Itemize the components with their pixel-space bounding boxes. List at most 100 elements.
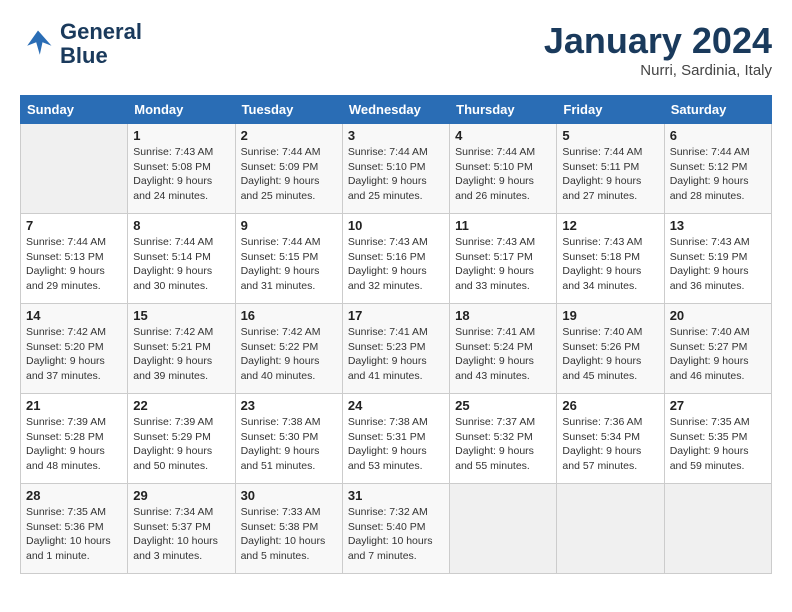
calendar-week-row: 28 Sunrise: 7:35 AMSunset: 5:36 PMDayligh… <box>21 484 772 574</box>
weekday-header-thursday: Thursday <box>450 96 557 124</box>
day-number: 19 <box>562 308 658 323</box>
day-number: 13 <box>670 218 766 233</box>
day-info: Sunrise: 7:37 AMSunset: 5:32 PMDaylight:… <box>455 415 551 474</box>
calendar-cell: 2Sunrise: 7:44 AMSunset: 5:09 PMDaylight… <box>235 124 342 214</box>
day-info: Sunrise: 7:44 AMSunset: 5:11 PMDaylight:… <box>562 145 658 204</box>
weekday-header-tuesday: Tuesday <box>235 96 342 124</box>
day-number: 28 <box>26 488 122 503</box>
weekday-header-sunday: Sunday <box>21 96 128 124</box>
day-info: Sunrise: 7:40 AMSunset: 5:26 PMDaylight:… <box>562 325 658 384</box>
logo-icon <box>20 26 56 62</box>
day-info: Sunrise: 7:43 AMSunset: 5:16 PMDaylight:… <box>348 235 444 294</box>
calendar-cell: 24Sunrise: 7:38 AMSunset: 5:31 PMDayligh… <box>342 394 449 484</box>
calendar-body: 1Sunrise: 7:43 AMSunset: 5:08 PMDaylight… <box>21 124 772 574</box>
calendar-cell: 23Sunrise: 7:38 AMSunset: 5:30 PMDayligh… <box>235 394 342 484</box>
day-number: 18 <box>455 308 551 323</box>
day-number: 5 <box>562 128 658 143</box>
day-number: 25 <box>455 398 551 413</box>
logo: General Blue <box>20 20 142 68</box>
weekday-header-row: SundayMondayTuesdayWednesdayThursdayFrid… <box>21 96 772 124</box>
weekday-header-wednesday: Wednesday <box>342 96 449 124</box>
day-info: Sunrise: 7:44 AMSunset: 5:12 PMDaylight:… <box>670 145 766 204</box>
day-number: 11 <box>455 218 551 233</box>
day-number: 31 <box>348 488 444 503</box>
day-info: Sunrise: 7:39 AMSunset: 5:29 PMDaylight:… <box>133 415 229 474</box>
day-info: Sunrise: 7:44 AMSunset: 5:13 PMDaylight:… <box>26 235 122 294</box>
day-number: 26 <box>562 398 658 413</box>
calendar-cell: 28 Sunrise: 7:35 AMSunset: 5:36 PMDayligh… <box>21 484 128 574</box>
calendar-week-row: 1Sunrise: 7:43 AMSunset: 5:08 PMDaylight… <box>21 124 772 214</box>
calendar-cell <box>450 484 557 574</box>
calendar-cell: 17 Sunrise: 7:41 AMSunset: 5:23 PMDayligh… <box>342 304 449 394</box>
weekday-header-saturday: Saturday <box>664 96 771 124</box>
calendar-week-row: 7 Sunrise: 7:44 AMSunset: 5:13 PMDaylight… <box>21 214 772 304</box>
calendar-cell: 22 Sunrise: 7:39 AMSunset: 5:29 PMDayligh… <box>128 394 235 484</box>
calendar-cell: 26 Sunrise: 7:36 AMSunset: 5:34 PMDayligh… <box>557 394 664 484</box>
logo-text: General Blue <box>60 20 142 68</box>
day-number: 20 <box>670 308 766 323</box>
calendar-cell: 11 Sunrise: 7:43 AMSunset: 5:17 PMDayligh… <box>450 214 557 304</box>
day-number: 17 <box>348 308 444 323</box>
day-number: 7 <box>26 218 122 233</box>
calendar-cell: 4 Sunrise: 7:44 AMSunset: 5:10 PMDaylight… <box>450 124 557 214</box>
day-number: 10 <box>348 218 444 233</box>
calendar-cell <box>664 484 771 574</box>
calendar-cell: 15 Sunrise: 7:42 AMSunset: 5:21 PMDayligh… <box>128 304 235 394</box>
calendar-header: SundayMondayTuesdayWednesdayThursdayFrid… <box>21 96 772 124</box>
day-info: Sunrise: 7:41 AMSunset: 5:23 PMDaylight:… <box>348 325 444 384</box>
day-info: Sunrise: 7:38 AMSunset: 5:31 PMDaylight:… <box>348 415 444 474</box>
day-number: 15 <box>133 308 229 323</box>
title-block: January 2024 Nurri, Sardinia, Italy <box>544 20 772 79</box>
day-info: Sunrise: 7:35 AMSunset: 5:35 PMDaylight:… <box>670 415 766 474</box>
calendar-table: SundayMondayTuesdayWednesdayThursdayFrid… <box>20 95 772 574</box>
day-info: Sunrise: 7:44 AMSunset: 5:15 PMDaylight:… <box>241 235 337 294</box>
day-info: Sunrise: 7:44 AMSunset: 5:14 PMDaylight:… <box>133 235 229 294</box>
day-info: Sunrise: 7:42 AMSunset: 5:21 PMDaylight:… <box>133 325 229 384</box>
day-info: Sunrise: 7:42 AMSunset: 5:20 PMDaylight:… <box>26 325 122 384</box>
calendar-cell: 21Sunrise: 7:39 AMSunset: 5:28 PMDayligh… <box>21 394 128 484</box>
day-number: 22 <box>133 398 229 413</box>
calendar-cell: 13 Sunrise: 7:43 AMSunset: 5:19 PMDayligh… <box>664 214 771 304</box>
calendar-cell: 19 Sunrise: 7:40 AMSunset: 5:26 PMDayligh… <box>557 304 664 394</box>
day-number: 4 <box>455 128 551 143</box>
day-number: 3 <box>348 128 444 143</box>
calendar-cell: 18 Sunrise: 7:41 AMSunset: 5:24 PMDayligh… <box>450 304 557 394</box>
day-number: 16 <box>241 308 337 323</box>
day-info: Sunrise: 7:44 AMSunset: 5:10 PMDaylight:… <box>455 145 551 204</box>
location: Nurri, Sardinia, Italy <box>544 62 772 79</box>
day-info: Sunrise: 7:34 AMSunset: 5:37 PMDaylight:… <box>133 505 229 564</box>
calendar-cell: 1Sunrise: 7:43 AMSunset: 5:08 PMDaylight… <box>128 124 235 214</box>
calendar-cell: 29 Sunrise: 7:34 AMSunset: 5:37 PMDayligh… <box>128 484 235 574</box>
day-info: Sunrise: 7:44 AMSunset: 5:09 PMDaylight:… <box>241 145 337 204</box>
calendar-week-row: 14 Sunrise: 7:42 AMSunset: 5:20 PMDayligh… <box>21 304 772 394</box>
calendar-cell: 31 Sunrise: 7:32 AMSunset: 5:40 PMDayligh… <box>342 484 449 574</box>
calendar-week-row: 21Sunrise: 7:39 AMSunset: 5:28 PMDayligh… <box>21 394 772 484</box>
day-number: 27 <box>670 398 766 413</box>
day-number: 12 <box>562 218 658 233</box>
day-info: Sunrise: 7:40 AMSunset: 5:27 PMDaylight:… <box>670 325 766 384</box>
day-info: Sunrise: 7:33 AMSunset: 5:38 PMDaylight:… <box>241 505 337 564</box>
day-info: Sunrise: 7:43 AMSunset: 5:19 PMDaylight:… <box>670 235 766 294</box>
day-number: 29 <box>133 488 229 503</box>
day-number: 6 <box>670 128 766 143</box>
day-info: Sunrise: 7:41 AMSunset: 5:24 PMDaylight:… <box>455 325 551 384</box>
day-number: 1 <box>133 128 229 143</box>
day-number: 21 <box>26 398 122 413</box>
calendar-cell: 3Sunrise: 7:44 AMSunset: 5:10 PMDaylight… <box>342 124 449 214</box>
day-number: 14 <box>26 308 122 323</box>
day-info: Sunrise: 7:36 AMSunset: 5:34 PMDaylight:… <box>562 415 658 474</box>
calendar-cell <box>21 124 128 214</box>
day-info: Sunrise: 7:32 AMSunset: 5:40 PMDaylight:… <box>348 505 444 564</box>
weekday-header-friday: Friday <box>557 96 664 124</box>
page-header: General Blue January 2024 Nurri, Sardini… <box>20 20 772 79</box>
day-info: Sunrise: 7:35 AMSunset: 5:36 PMDaylight:… <box>26 505 122 564</box>
day-number: 30 <box>241 488 337 503</box>
calendar-cell: 14 Sunrise: 7:42 AMSunset: 5:20 PMDayligh… <box>21 304 128 394</box>
day-info: Sunrise: 7:42 AMSunset: 5:22 PMDaylight:… <box>241 325 337 384</box>
month-title: January 2024 <box>544 20 772 62</box>
day-info: Sunrise: 7:43 AMSunset: 5:17 PMDaylight:… <box>455 235 551 294</box>
calendar-cell: 20 Sunrise: 7:40 AMSunset: 5:27 PMDayligh… <box>664 304 771 394</box>
calendar-cell: 5 Sunrise: 7:44 AMSunset: 5:11 PMDaylight… <box>557 124 664 214</box>
calendar-cell: 8Sunrise: 7:44 AMSunset: 5:14 PMDaylight… <box>128 214 235 304</box>
calendar-cell: 16 Sunrise: 7:42 AMSunset: 5:22 PMDayligh… <box>235 304 342 394</box>
